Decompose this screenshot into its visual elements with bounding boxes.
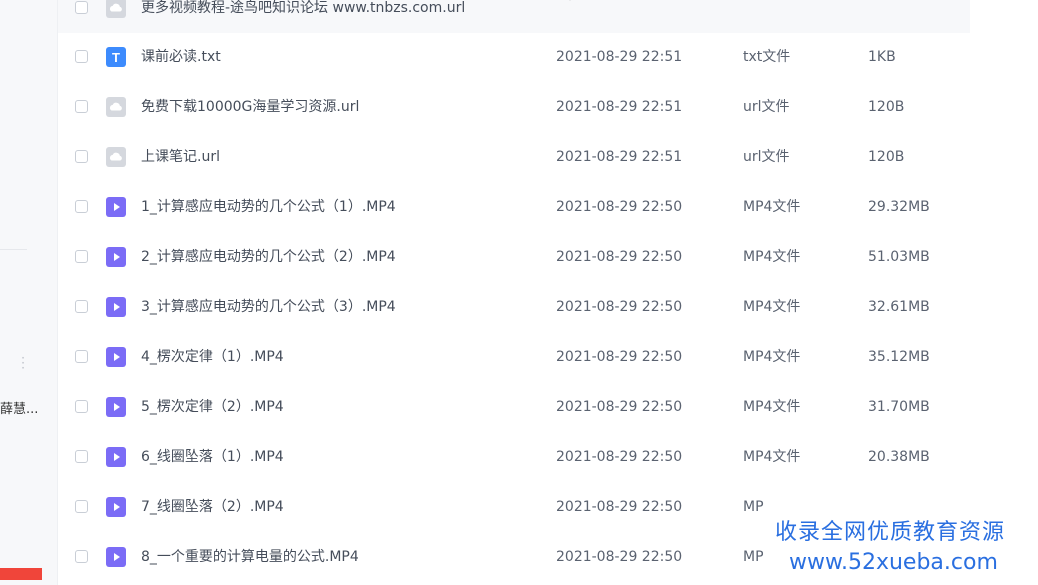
watermark: 收录全网优质教育资源 www.52xueba.com: [763, 510, 1038, 585]
file-date: 2021-08-29 22:50: [556, 549, 683, 565]
video-file-icon: [106, 497, 126, 517]
file-type: MP4文件: [743, 249, 801, 265]
file-row[interactable]: 4_楞次定律（1）.MP4 2021-08-29 22:50 MP4文件 35.12M…: [58, 332, 970, 382]
svg-text:T: T: [112, 50, 120, 65]
file-date: 2021-08-29 22:51: [556, 149, 683, 165]
file-row[interactable]: 免费下载10000G海量学习资源.url 2021-08-29 22:51 url文…: [58, 82, 970, 132]
file-name[interactable]: 更多视频教程-途鸟吧知识论坛 www.tnbzs.com.url: [141, 0, 465, 33]
more-options-icon[interactable]: · · ·: [21, 352, 25, 374]
video-file-icon: [106, 197, 126, 217]
file-row[interactable]: 上课笔记.url 2021-08-29 22:51 url文件 120B: [58, 132, 970, 182]
file-type: MP4文件: [743, 299, 801, 315]
row-checkbox[interactable]: [75, 100, 88, 113]
video-file-icon: [106, 247, 126, 267]
txt-file-icon: T: [106, 47, 126, 67]
row-checkbox[interactable]: [75, 500, 88, 513]
file-row[interactable]: 更多视频教程-途鸟吧知识论坛 www.tnbzs.com.url: [58, 0, 970, 33]
link-file-icon: [106, 0, 126, 18]
watermark-line-1: 收录全网优质教育资源: [775, 520, 1006, 545]
file-name[interactable]: 2_计算感应电动势的几个公式（2）.MP4: [141, 232, 396, 282]
file-date: 2021-08-29 22:50: [556, 499, 683, 515]
file-date: 2021-08-29 22:51: [556, 49, 683, 65]
file-name[interactable]: 5_楞次定律（2）.MP4: [141, 382, 284, 432]
file-type: url文件: [743, 99, 790, 115]
file-size: 120B: [868, 149, 905, 165]
file-row[interactable]: 1_计算感应电动势的几个公式（1）.MP4 2021-08-29 22:50 MP4…: [58, 182, 970, 232]
row-checkbox[interactable]: [75, 300, 88, 313]
file-name[interactable]: 1_计算感应电动势的几个公式（1）.MP4: [141, 182, 396, 232]
file-size: 32.61MB: [868, 299, 930, 315]
file-row[interactable]: T 课前必读.txt 2021-08-29 22:51 txt文件 1KB: [58, 32, 970, 82]
file-size: 20.38MB: [868, 449, 930, 465]
video-file-icon: [106, 397, 126, 417]
row-checkbox[interactable]: [75, 200, 88, 213]
row-checkbox[interactable]: [75, 550, 88, 563]
row-checkbox[interactable]: [75, 450, 88, 463]
file-date: 2021-08-29 22:51: [556, 99, 683, 115]
file-type: MP: [743, 499, 764, 515]
file-type: MP4文件: [743, 399, 801, 415]
sidebar: · · · 薛慧...: [0, 0, 58, 585]
row-checkbox[interactable]: [75, 400, 88, 413]
file-row[interactable]: 2_计算感应电动势的几个公式（2）.MP4 2021-08-29 22:50 MP4…: [58, 232, 970, 282]
video-file-icon: [106, 547, 126, 567]
row-checkbox[interactable]: [75, 150, 88, 163]
file-name[interactable]: 6_线圈坠落（1）.MP4: [141, 432, 284, 482]
row-checkbox[interactable]: [75, 250, 88, 263]
row-checkbox[interactable]: [75, 50, 88, 63]
sidebar-user-label[interactable]: 薛慧...: [0, 398, 38, 417]
file-name[interactable]: 课前必读.txt: [141, 32, 221, 82]
file-type: MP4文件: [743, 349, 801, 365]
row-checkbox[interactable]: [75, 1, 88, 14]
video-file-icon: [106, 447, 126, 467]
file-type: MP: [743, 549, 764, 565]
file-date: 2021-08-29 22:50: [556, 349, 683, 365]
file-name[interactable]: 8_一个重要的计算电量的公式.MP4: [141, 532, 359, 582]
file-type: MP4文件: [743, 199, 801, 215]
file-date: 2021-08-29 22:50: [556, 199, 683, 215]
file-date: 2021-08-29 22:50: [556, 299, 683, 315]
file-row[interactable]: 3_计算感应电动势的几个公式（3）.MP4 2021-08-29 22:50 MP4…: [58, 282, 970, 332]
video-file-icon: [106, 297, 126, 317]
download-icon[interactable]: [596, 0, 616, 3]
file-size: 29.32MB: [868, 199, 930, 215]
file-size: 1KB: [868, 49, 896, 65]
file-date: 2021-08-29 22:50: [556, 399, 683, 415]
link-file-icon: [106, 97, 126, 117]
share-icon[interactable]: [556, 0, 576, 3]
file-name[interactable]: 上课笔记.url: [141, 132, 220, 182]
file-size: 120B: [868, 99, 905, 115]
sidebar-alert-bar: [0, 568, 42, 580]
file-name[interactable]: 免费下载10000G海量学习资源.url: [141, 82, 359, 132]
file-size: 31.70MB: [868, 399, 930, 415]
rename-icon[interactable]: [681, 0, 701, 3]
file-name[interactable]: 3_计算感应电动势的几个公式（3）.MP4: [141, 282, 396, 332]
file-type: txt文件: [743, 49, 791, 65]
file-row[interactable]: 6_线圈坠落（1）.MP4 2021-08-29 22:50 MP4文件 20.38M…: [58, 432, 970, 482]
file-name[interactable]: 4_楞次定律（1）.MP4: [141, 332, 284, 382]
delete-icon[interactable]: [641, 0, 661, 3]
file-date: 2021-08-29 22:50: [556, 449, 683, 465]
file-date: 2021-08-29 22:50: [556, 249, 683, 265]
file-size: 51.03MB: [868, 249, 930, 265]
video-file-icon: [106, 347, 126, 367]
file-type: MP4文件: [743, 449, 801, 465]
row-checkbox[interactable]: [75, 350, 88, 363]
link-file-icon: [106, 147, 126, 167]
file-name[interactable]: 7_线圈坠落（2）.MP4: [141, 482, 284, 532]
file-type: url文件: [743, 149, 790, 165]
file-size: 35.12MB: [868, 349, 930, 365]
file-row[interactable]: 5_楞次定律（2）.MP4 2021-08-29 22:50 MP4文件 31.70M…: [58, 382, 970, 432]
sidebar-divider: [0, 249, 27, 250]
watermark-line-2: www.52xueba.com: [789, 550, 998, 575]
